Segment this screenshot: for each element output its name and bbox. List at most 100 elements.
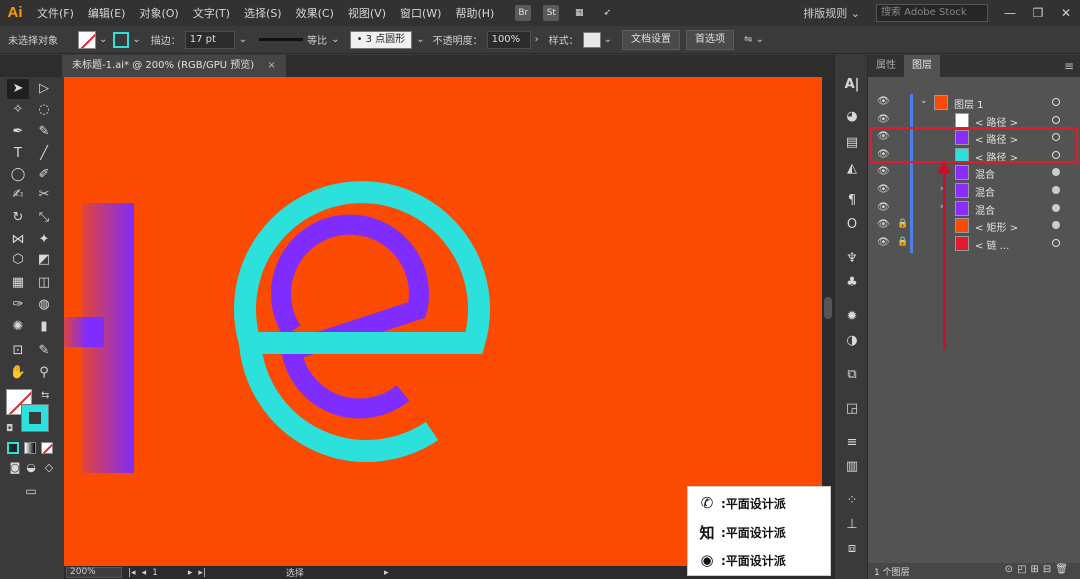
tab-layers[interactable]: 图层 bbox=[904, 55, 940, 77]
gradient-tool-icon[interactable]: ◫ bbox=[33, 273, 55, 293]
target-circle-icon[interactable] bbox=[1052, 98, 1060, 106]
last-artboard-icon[interactable]: ▸| bbox=[198, 568, 206, 578]
perspective-grid-tool-icon[interactable]: ◩ bbox=[33, 250, 55, 270]
slice-tool-icon[interactable]: ✎ bbox=[33, 341, 55, 361]
scale-tool-icon[interactable]: ⤡ bbox=[33, 208, 55, 228]
maximize-icon[interactable]: ❐ bbox=[1024, 6, 1052, 20]
next-artboard-icon[interactable]: ▸ bbox=[188, 568, 193, 578]
transform-panel-icon[interactable]: ⧉ bbox=[842, 365, 862, 385]
target-circle-icon[interactable] bbox=[1052, 186, 1060, 194]
visibility-eye-icon[interactable]: 👁 bbox=[877, 219, 890, 230]
layer-row[interactable]: 👁 › 混合 bbox=[868, 164, 1080, 183]
direct-selection-tool-icon[interactable]: ▷ bbox=[33, 79, 55, 99]
column-graph-tool-icon[interactable]: ▮ bbox=[33, 317, 55, 337]
document-tab[interactable]: 未标题-1.ai* @ 200% (RGB/GPU 预览) × bbox=[62, 55, 286, 77]
line-tool-icon[interactable]: ╱ bbox=[33, 144, 55, 164]
color-guide-panel-icon[interactable]: ✹ bbox=[842, 307, 862, 327]
appearance-panel-icon[interactable]: ◕ bbox=[842, 107, 862, 127]
first-artboard-icon[interactable]: |◂ bbox=[128, 568, 136, 578]
menu-object[interactable]: 对象(O) bbox=[132, 5, 185, 21]
new-sublayer-icon[interactable]: ⊞ bbox=[1031, 564, 1043, 575]
brushes-panel-icon[interactable]: ♆ bbox=[842, 249, 862, 269]
visibility-eye-icon[interactable]: 👁 bbox=[877, 96, 890, 107]
lock-icon[interactable]: 🔒 bbox=[897, 237, 908, 247]
paintbrush-tool-icon[interactable]: ✐ bbox=[33, 165, 55, 185]
style-dropdown-icon[interactable]: ⌄ bbox=[604, 34, 612, 45]
prev-artboard-icon[interactable]: ◂ bbox=[142, 568, 147, 578]
swatches-panel-icon[interactable]: ▤ bbox=[842, 133, 862, 153]
new-layer-icon[interactable]: ⊟ bbox=[1043, 564, 1055, 575]
shape-builder-tool-icon[interactable]: ⬡ bbox=[7, 250, 29, 270]
stock-icon[interactable]: St bbox=[543, 5, 560, 21]
curvature-tool-icon[interactable]: ✎ bbox=[33, 122, 55, 142]
gradient-mode-icon[interactable] bbox=[24, 442, 36, 454]
symbols-panel-icon[interactable]: ♣ bbox=[842, 273, 862, 293]
layer-row[interactable]: 👁 ⌄ 图层 1 bbox=[868, 94, 1080, 112]
layer-row[interactable]: 👁 › 混合 bbox=[868, 182, 1080, 200]
brush-select[interactable]: • 3 点圆形 bbox=[349, 30, 413, 49]
fill-dropdown-icon[interactable]: ⌄ bbox=[99, 34, 107, 45]
arrange-options-icon[interactable]: ⇋ ⌄ bbox=[744, 34, 764, 45]
blend-tool-icon[interactable]: ◍ bbox=[33, 295, 55, 315]
character-panel-icon[interactable]: A| bbox=[842, 75, 862, 95]
target-circle-icon[interactable] bbox=[1052, 238, 1060, 247]
swap-fill-stroke-icon[interactable]: ⇆ bbox=[41, 390, 49, 401]
menu-file[interactable]: 文件(F) bbox=[30, 5, 81, 21]
document-setup-button[interactable]: 文档设置 bbox=[621, 29, 680, 50]
status-arrow-icon[interactable]: ▸ bbox=[384, 568, 389, 578]
scrollbar-thumb[interactable] bbox=[824, 297, 832, 319]
menu-help[interactable]: 帮助(H) bbox=[448, 5, 501, 21]
menu-type[interactable]: 文字(T) bbox=[186, 5, 237, 21]
puppet-warp-tool-icon[interactable]: ✦ bbox=[33, 230, 55, 250]
default-colors-icon[interactable]: ◘ bbox=[6, 424, 13, 434]
visibility-eye-icon[interactable]: 👁 bbox=[877, 114, 890, 125]
selection-tool-icon[interactable]: ➤ bbox=[7, 79, 29, 99]
close-icon[interactable]: ✕ bbox=[1052, 6, 1080, 20]
eyedropper-tool-icon[interactable]: ✑ bbox=[7, 295, 29, 315]
opacity-field[interactable]: 100% bbox=[486, 30, 531, 49]
align-panel-icon[interactable]: ⁘ bbox=[842, 491, 862, 511]
target-circle-icon[interactable] bbox=[1052, 203, 1060, 212]
screen-mode-icon[interactable]: ▭ bbox=[20, 481, 42, 501]
ellipse-tool-icon[interactable]: ◯ bbox=[7, 165, 29, 185]
color-panel-icon[interactable]: ◑ bbox=[842, 331, 862, 351]
type-tool-icon[interactable]: T bbox=[7, 144, 29, 164]
arrange-documents-icon[interactable]: ▦ bbox=[571, 5, 587, 21]
lasso-tool-icon[interactable]: ◌ bbox=[33, 100, 55, 120]
gpu-performance-icon[interactable]: ➶ bbox=[599, 5, 615, 21]
target-circle-icon[interactable] bbox=[1052, 115, 1060, 124]
stroke-swatch[interactable] bbox=[113, 31, 130, 48]
target-circle-icon[interactable] bbox=[1052, 221, 1060, 230]
symbol-sprayer-tool-icon[interactable]: ✺ bbox=[7, 317, 29, 337]
preferences-button[interactable]: 首选项 bbox=[685, 29, 734, 50]
visibility-eye-icon[interactable]: 👁 bbox=[877, 184, 890, 195]
expand-arrow-icon[interactable]: ⌄ bbox=[920, 96, 928, 106]
bridge-icon[interactable]: Br bbox=[515, 5, 532, 21]
width-tool-icon[interactable]: ⋈ bbox=[7, 230, 29, 250]
close-tab-icon[interactable]: × bbox=[267, 60, 275, 71]
menu-window[interactable]: 窗口(W) bbox=[393, 5, 448, 21]
make-clip-mask-icon[interactable]: ◰ bbox=[1017, 564, 1030, 575]
purple-e-top-arc[interactable] bbox=[270, 214, 429, 358]
draw-inside-icon[interactable]: ◇ bbox=[38, 458, 60, 478]
menu-view[interactable]: 视图(V) bbox=[341, 5, 393, 21]
fill-swatch[interactable] bbox=[78, 30, 96, 49]
artboard-number[interactable]: 1 bbox=[152, 568, 158, 578]
magic-wand-tool-icon[interactable]: ✧ bbox=[7, 100, 29, 120]
visibility-eye-icon[interactable]: 👁 bbox=[877, 237, 890, 248]
menu-edit[interactable]: 编辑(E) bbox=[81, 5, 133, 21]
visibility-eye-icon[interactable]: 👁 bbox=[877, 202, 890, 213]
gradient-panel-icon[interactable]: ◭ bbox=[842, 159, 862, 179]
hand-tool-icon[interactable]: ✋ bbox=[7, 363, 29, 383]
lock-icon[interactable]: 🔒 bbox=[897, 219, 908, 229]
pen-tool-icon[interactable]: ✒ bbox=[7, 122, 29, 142]
panel-menu-icon[interactable]: ≡ bbox=[1064, 59, 1074, 73]
rotate-tool-icon[interactable]: ↻ bbox=[7, 208, 29, 228]
brush-dropdown-icon[interactable]: ⌄ bbox=[416, 34, 424, 45]
delete-layer-icon[interactable]: 🗑 bbox=[1055, 564, 1072, 575]
opentype-panel-icon[interactable]: O bbox=[842, 215, 862, 235]
h-letter-crossbar[interactable] bbox=[64, 317, 104, 347]
paragraph-panel-icon[interactable]: ¶ bbox=[842, 191, 862, 211]
menu-select[interactable]: 选择(S) bbox=[237, 5, 289, 21]
artboard-tool-icon[interactable]: ⊡ bbox=[7, 341, 29, 361]
